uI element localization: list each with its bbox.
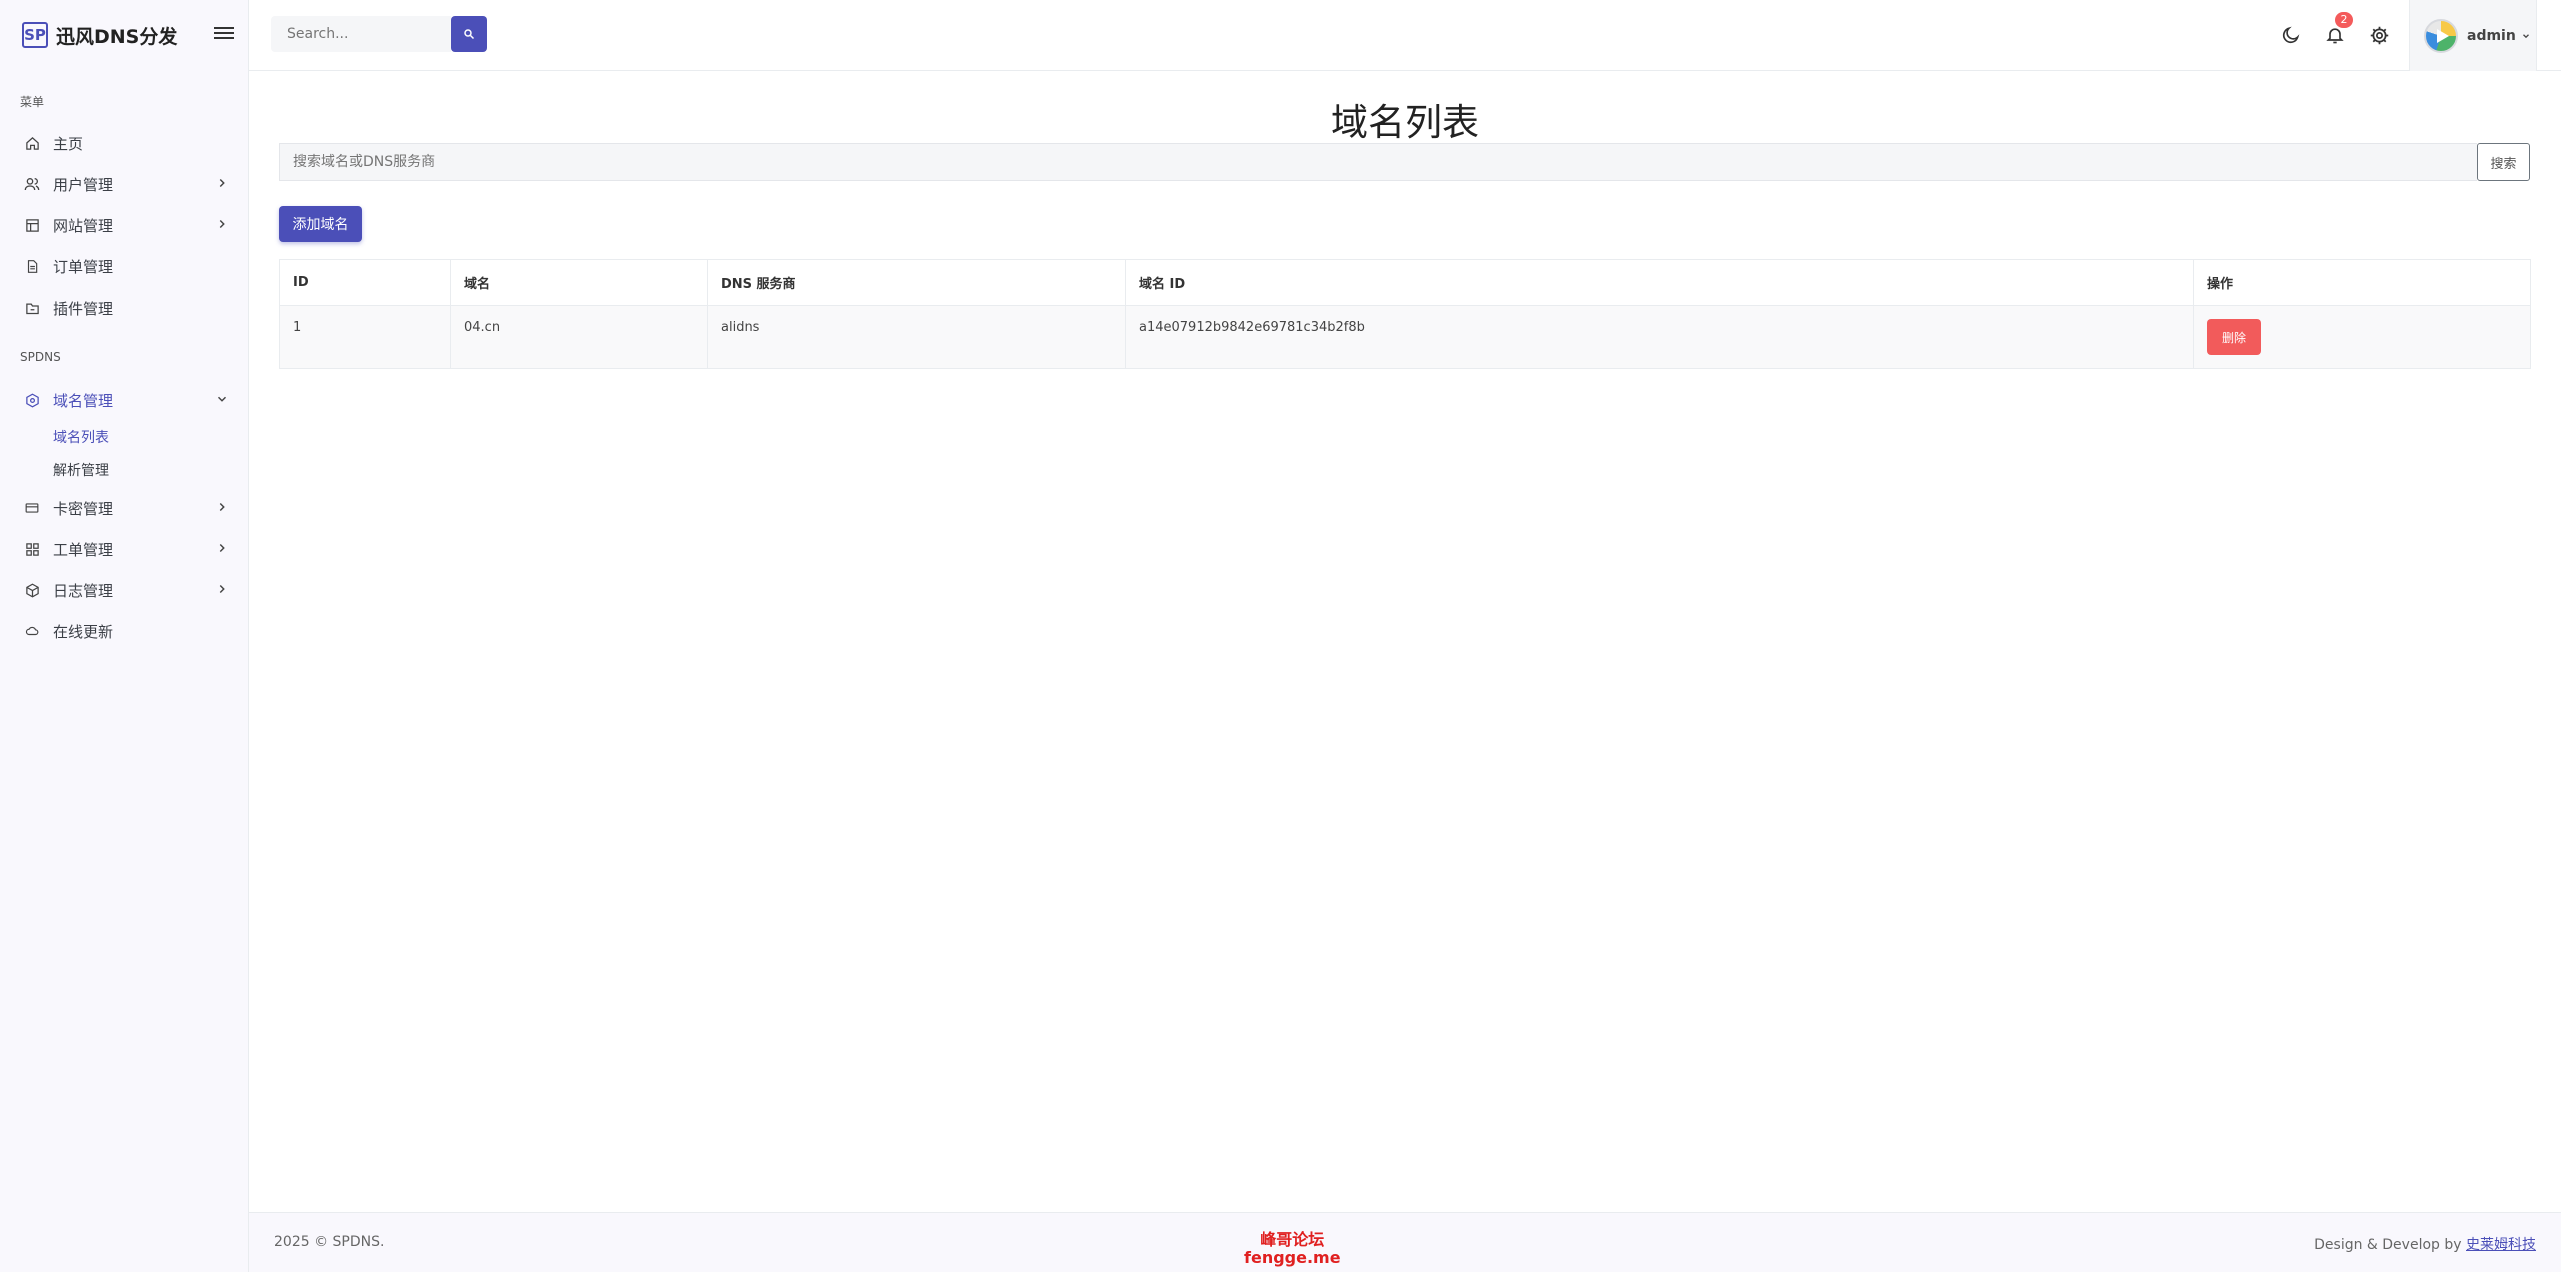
- home-icon: [24, 135, 40, 151]
- global-search-input[interactable]: [271, 16, 451, 52]
- footer-copyright: 2025 © SPDNS.: [274, 1234, 385, 1250]
- menu-heading: 菜单: [20, 95, 45, 109]
- chevron-right-icon: [219, 219, 225, 229]
- cube-icon: [24, 392, 40, 408]
- sidebar-item-orders[interactable]: 订单管理: [0, 249, 249, 283]
- chevron-right-icon: [219, 584, 225, 594]
- box-icon: [24, 582, 40, 598]
- column-header-id: ID: [279, 259, 451, 306]
- sidebar-item-update[interactable]: 在线更新: [0, 614, 249, 648]
- sidebar-item-home[interactable]: 主页: [0, 126, 249, 160]
- add-domain-button[interactable]: 添加域名: [279, 206, 362, 242]
- brand[interactable]: SP 迅风DNS分发: [22, 20, 177, 50]
- bell-icon: [2326, 28, 2344, 44]
- chevron-right-icon: [219, 502, 225, 512]
- sidebar-item-users[interactable]: 用户管理: [0, 167, 249, 201]
- cell-domain: 04.cn: [450, 305, 708, 369]
- notification-badge: 2: [2335, 12, 2353, 28]
- chevron-down-icon: [2522, 33, 2529, 38]
- column-header-domain: 域名: [450, 259, 708, 306]
- domain-search-button[interactable]: 搜索: [2477, 143, 2530, 181]
- chevron-right-icon: [219, 543, 225, 553]
- domain-search: 搜索: [279, 143, 2530, 181]
- footer-credit-prefix: Design & Develop by: [2314, 1237, 2462, 1253]
- search-icon: [464, 29, 475, 40]
- sidebar-item-tickets[interactable]: 工单管理: [0, 532, 249, 566]
- avatar: [2424, 18, 2458, 53]
- sidebar-item-label: 域名管理: [53, 391, 114, 410]
- sidebar-item-websites[interactable]: 网站管理: [0, 208, 249, 242]
- topbar: [249, 0, 2561, 71]
- sidebar-item-label: 日志管理: [53, 581, 114, 600]
- settings-button[interactable]: [2368, 24, 2390, 46]
- page-title: 域名列表: [1331, 101, 1479, 144]
- sidebar-item-label: 主页: [53, 134, 84, 153]
- moon-icon: [2282, 26, 2300, 44]
- menu-toggle-icon[interactable]: [214, 24, 234, 44]
- column-header-provider: DNS 服务商: [707, 259, 1126, 306]
- layout-icon: [24, 217, 40, 233]
- global-search-button[interactable]: [451, 16, 487, 52]
- brand-logo: SP: [22, 22, 48, 48]
- sidebar-item-label: 在线更新: [53, 622, 114, 641]
- sidebar-item-domains[interactable]: 域名管理: [0, 383, 249, 417]
- sidebar-item-label: 卡密管理: [53, 499, 114, 518]
- sidebar-item-label: 订单管理: [53, 257, 114, 276]
- table-row: 1 04.cn alidns a14e07912b9842e69781c34b2…: [279, 305, 2531, 369]
- user-menu[interactable]: admin: [2409, 0, 2537, 71]
- brand-name: 迅风DNS分发: [56, 25, 178, 48]
- cell-id: 1: [279, 305, 451, 369]
- domain-search-input[interactable]: [279, 143, 2477, 181]
- domain-table: ID 域名 DNS 服务商 域名 ID 操作 1 04.cn alidns a1…: [279, 259, 2531, 369]
- sidebar-item-plugins[interactable]: 插件管理: [0, 291, 249, 325]
- column-header-domain-id: 域名 ID: [1125, 259, 2194, 306]
- gear-icon: [2370, 26, 2388, 44]
- watermark-line1: 峰哥论坛: [1260, 1230, 1325, 1249]
- global-search: [271, 16, 487, 52]
- users-icon: [24, 176, 40, 192]
- watermark-line2: fengge.me: [1244, 1248, 1341, 1267]
- sidebar-subitem-dns-records[interactable]: 解析管理: [53, 460, 109, 480]
- sidebar-subitem-domain-list[interactable]: 域名列表: [53, 427, 109, 447]
- sidebar: SP 迅风DNS分发 菜单 主页 用户管理 网站管理 订单管理 插件管理 SPD…: [0, 0, 249, 1272]
- card-icon: [24, 500, 40, 516]
- table-header-row: ID 域名 DNS 服务商 域名 ID 操作: [279, 259, 2531, 306]
- sidebar-item-logs[interactable]: 日志管理: [0, 573, 249, 607]
- file-icon: [24, 258, 40, 274]
- sidebar-item-label: 用户管理: [53, 175, 114, 194]
- sidebar-item-label: 网站管理: [53, 216, 114, 235]
- sidebar-item-label: 插件管理: [53, 299, 114, 318]
- footer-credit-link[interactable]: 史莱姆科技: [2466, 1237, 2536, 1253]
- footer-credit: Design & Develop by 史莱姆科技: [2314, 1234, 2536, 1254]
- cell-domain-id: a14e07912b9842e69781c34b2f8b: [1125, 305, 2194, 369]
- column-header-actions: 操作: [2193, 259, 2531, 306]
- chevron-down-icon: [217, 396, 227, 402]
- grid-icon: [24, 541, 40, 557]
- cell-provider: alidns: [707, 305, 1126, 369]
- footer-watermark: 峰哥论坛 fengge.me: [1244, 1231, 1341, 1267]
- dark-mode-toggle[interactable]: [2280, 24, 2302, 46]
- footer: 2025 © SPDNS. 峰哥论坛 fengge.me Design & De…: [249, 1212, 2561, 1272]
- sidebar-item-label: 工单管理: [53, 540, 114, 559]
- sidebar-item-cards[interactable]: 卡密管理: [0, 491, 249, 525]
- cloud-icon: [24, 623, 40, 639]
- cell-actions: 删除: [2193, 305, 2531, 369]
- chevron-right-icon: [219, 178, 225, 188]
- user-name: admin: [2467, 27, 2516, 44]
- spdns-heading: SPDNS: [20, 350, 61, 364]
- delete-button[interactable]: 删除: [2207, 319, 2261, 355]
- folder-icon: [24, 300, 40, 316]
